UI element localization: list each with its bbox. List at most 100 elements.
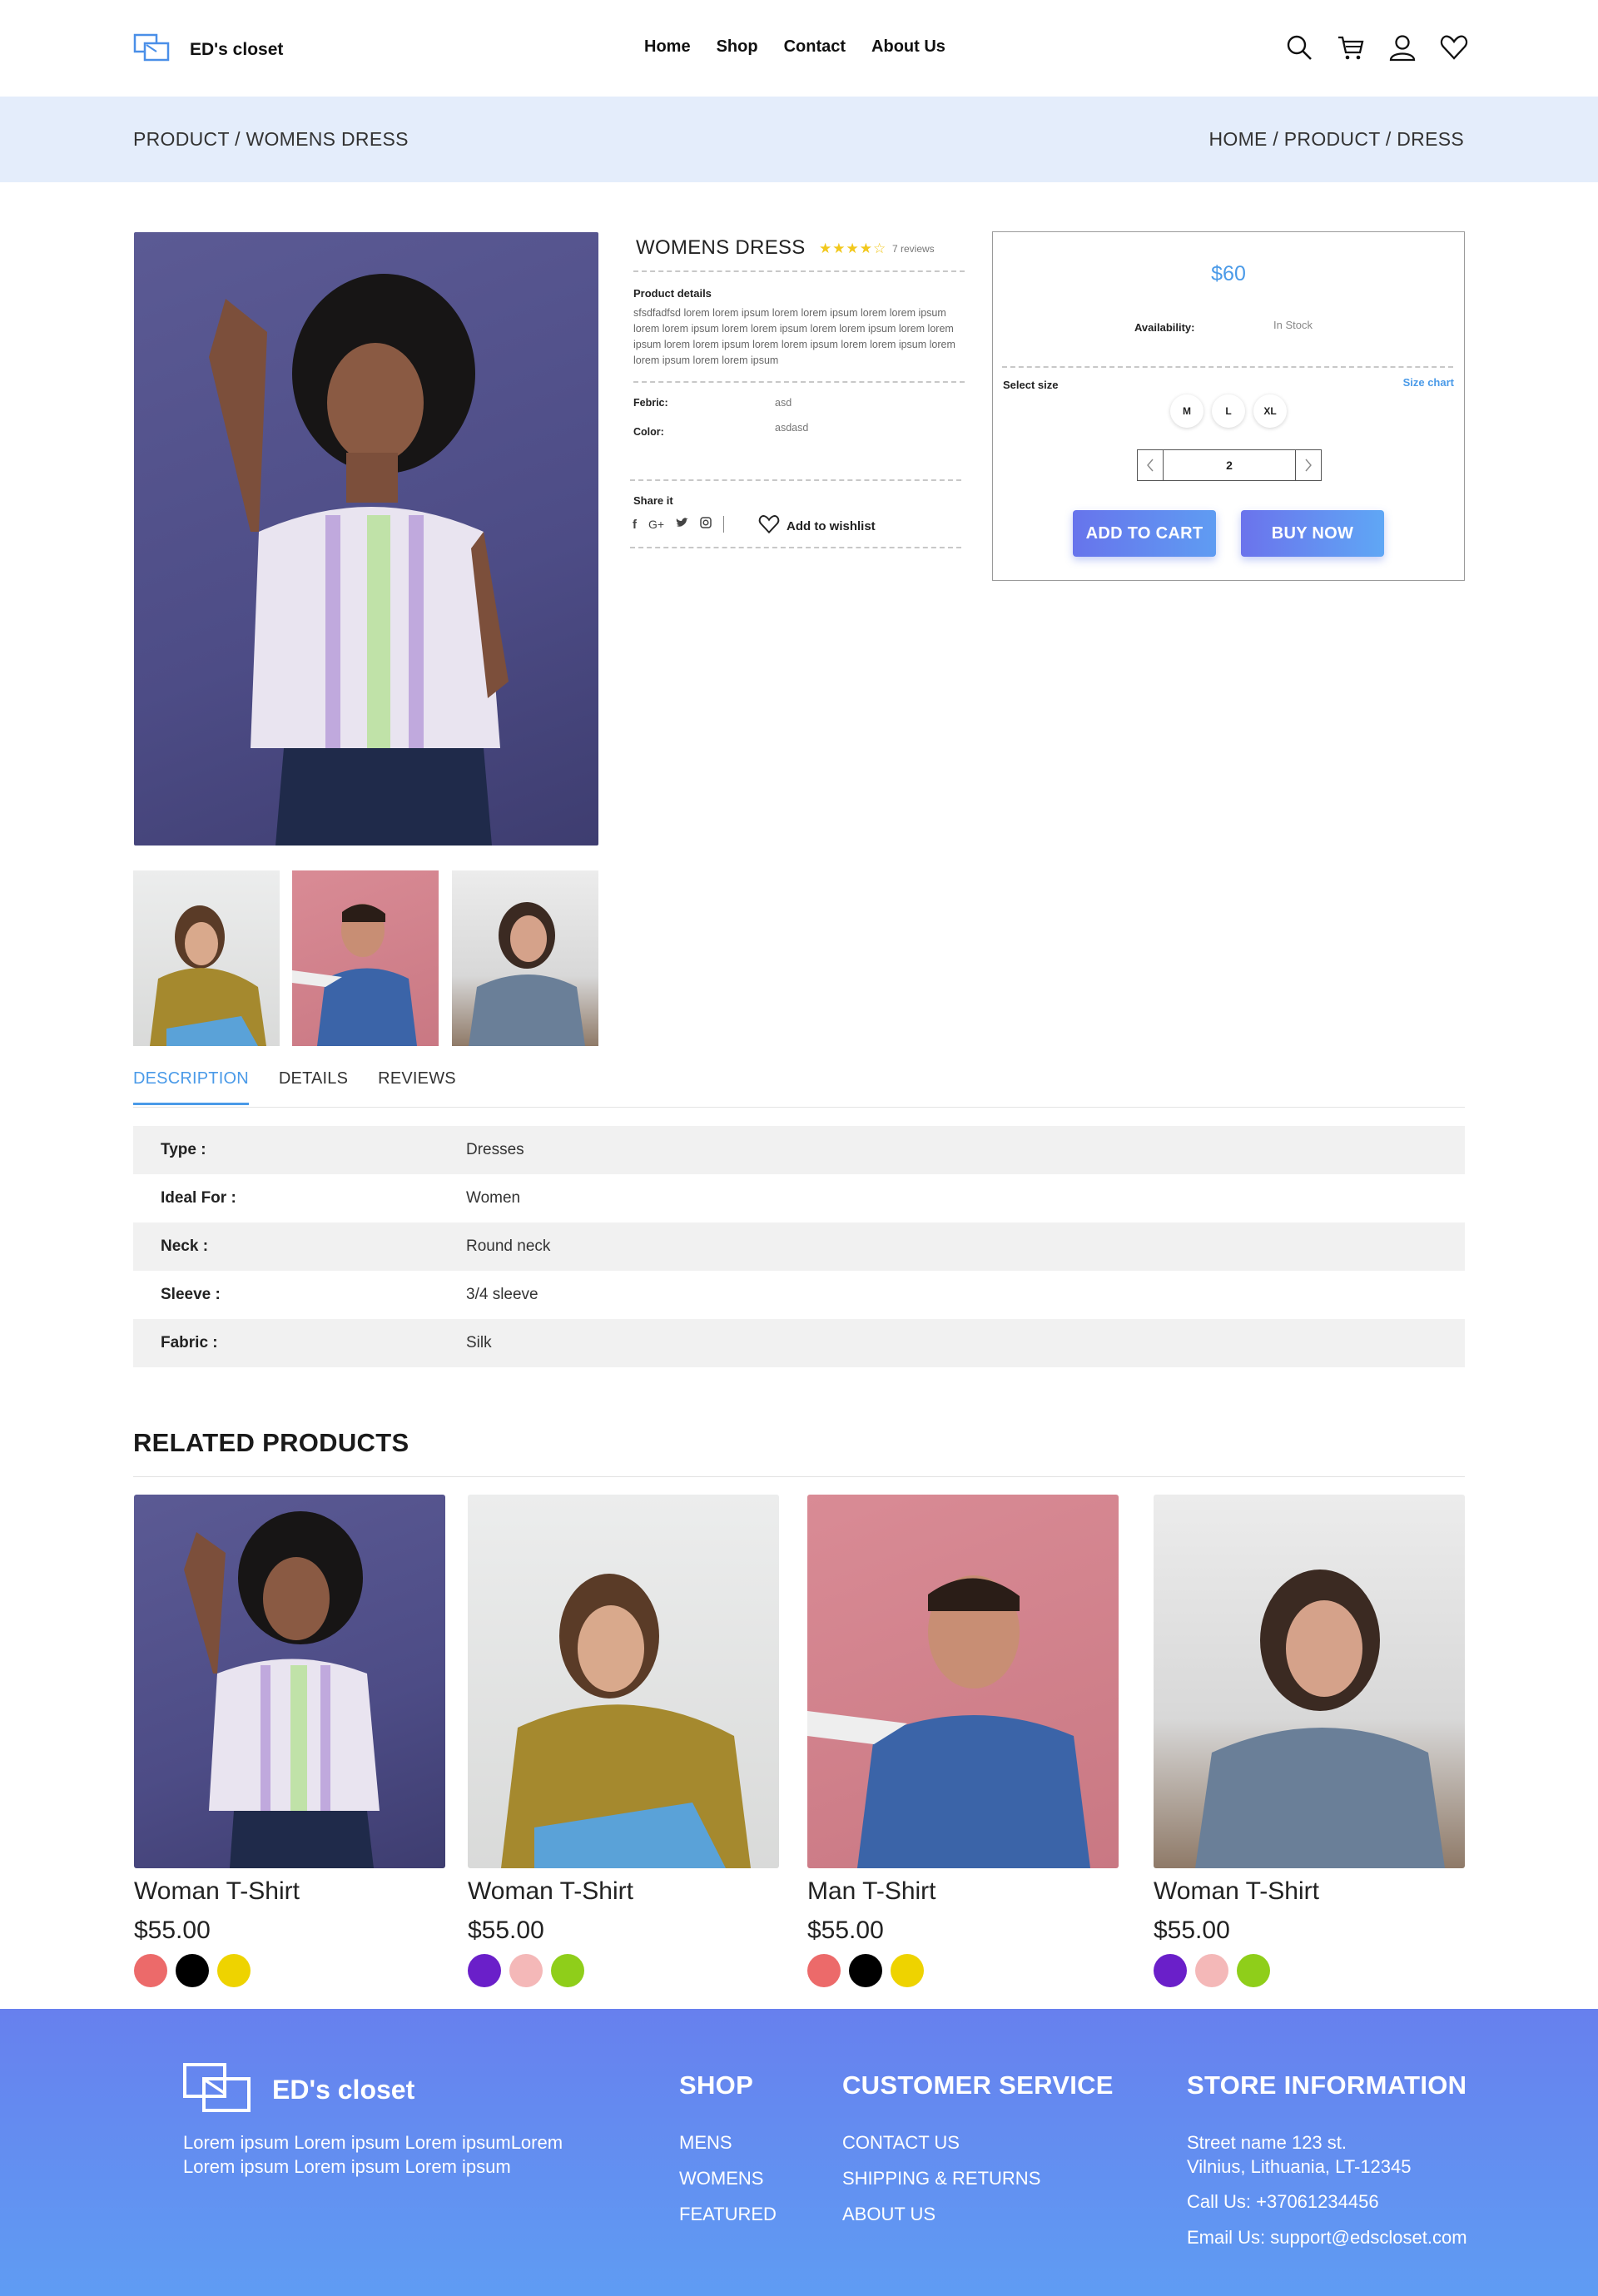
divider xyxy=(630,479,961,481)
product-thumbnail[interactable] xyxy=(452,870,598,1046)
spec-label: Ideal For : xyxy=(161,1189,236,1207)
facebook-icon[interactable]: f xyxy=(633,518,637,532)
product-card-name[interactable]: Woman T-Shirt xyxy=(1154,1877,1465,1906)
color-swatches xyxy=(1154,1954,1465,1987)
store-phone[interactable]: Call Us: +37061234456 xyxy=(1187,2191,1379,2213)
color-swatch[interactable] xyxy=(468,1954,501,1987)
size-option-xl[interactable]: XL xyxy=(1253,394,1287,428)
spec-value: Silk xyxy=(466,1334,492,1351)
product-card-image[interactable] xyxy=(1154,1495,1465,1868)
breadcrumb-bar: PRODUCT / WOMENS DRESS HOME / PRODUCT / … xyxy=(0,97,1598,182)
divider xyxy=(1002,366,1453,368)
product-details-heading: Product details xyxy=(633,287,712,300)
divider xyxy=(633,270,965,272)
footer-link-about-us[interactable]: ABOUT US xyxy=(842,2204,935,2225)
tab-reviews[interactable]: REVIEWS xyxy=(378,1069,456,1105)
instagram-icon[interactable] xyxy=(700,517,712,532)
quantity-value[interactable]: 2 xyxy=(1163,450,1296,480)
quantity-stepper: 2 xyxy=(1137,449,1322,481)
footer-service-heading: CUSTOMER SERVICE xyxy=(842,2070,1114,2100)
footer-link-womens[interactable]: WOMENS xyxy=(679,2168,763,2189)
color-swatches xyxy=(468,1954,779,1987)
tab-details[interactable]: DETAILS xyxy=(279,1069,348,1105)
heart-icon[interactable] xyxy=(1440,33,1468,62)
color-swatch[interactable] xyxy=(509,1954,543,1987)
product-main-image[interactable] xyxy=(134,232,598,846)
color-swatch[interactable] xyxy=(551,1954,584,1987)
table-row: Type : Dresses xyxy=(133,1126,1465,1174)
color-label: Color: xyxy=(633,426,664,438)
product-card-image[interactable] xyxy=(807,1495,1119,1868)
product-card-name[interactable]: Woman T-Shirt xyxy=(134,1877,445,1906)
color-swatch[interactable] xyxy=(849,1954,882,1987)
footer-about: Lorem ipsum Lorem ipsum Lorem ipsumLorem… xyxy=(183,2132,563,2177)
divider xyxy=(630,547,961,548)
brand-logo[interactable]: ED's closet xyxy=(133,33,283,66)
spec-label: Sleeve : xyxy=(161,1286,221,1303)
buy-now-button[interactable]: BUY NOW xyxy=(1241,510,1384,557)
product-thumbnail[interactable] xyxy=(292,870,439,1046)
footer-link-featured[interactable]: FEATURED xyxy=(679,2204,777,2225)
tab-description[interactable]: DESCRIPTION xyxy=(133,1069,249,1105)
product-card-price: $55.00 xyxy=(134,1917,211,1944)
table-row: Ideal For : Women xyxy=(133,1174,1465,1222)
footer-link-contact-us[interactable]: CONTACT US xyxy=(842,2132,960,2154)
nav-contact[interactable]: Contact xyxy=(784,37,846,57)
color-swatch[interactable] xyxy=(1154,1954,1187,1987)
footer-link-mens[interactable]: MENS xyxy=(679,2132,732,2154)
footer-store-heading: STORE INFORMATION xyxy=(1187,2070,1467,2100)
footer-brand-name: ED's closet xyxy=(272,2075,415,2105)
product-card[interactable]: Woman T-Shirt $55.00 xyxy=(1154,1495,1465,1987)
user-icon[interactable] xyxy=(1388,33,1417,62)
product-thumbnail[interactable] xyxy=(133,870,280,1046)
size-option-l[interactable]: L xyxy=(1212,394,1245,428)
color-swatch[interactable] xyxy=(134,1954,167,1987)
product-card-image[interactable] xyxy=(134,1495,445,1868)
cart-icon[interactable] xyxy=(1337,33,1365,62)
footer-shop-heading: SHOP xyxy=(679,2070,754,2100)
fabric-label: Febric: xyxy=(633,397,668,409)
product-card[interactable]: Man T-Shirt $55.00 xyxy=(807,1495,1119,1987)
footer-link-shipping-returns[interactable]: SHIPPING & RETURNS xyxy=(842,2168,1040,2189)
spec-label: Type : xyxy=(161,1141,206,1158)
product-card-image[interactable] xyxy=(468,1495,779,1868)
color-swatch[interactable] xyxy=(217,1954,251,1987)
product-card-name[interactable]: Woman T-Shirt xyxy=(468,1877,779,1906)
breadcrumb[interactable]: HOME / PRODUCT / DRESS xyxy=(1209,128,1465,151)
footer-brand[interactable]: ED's closet xyxy=(182,2062,414,2118)
product-card[interactable]: Woman T-Shirt $55.00 xyxy=(134,1495,445,1987)
color-swatches xyxy=(134,1954,445,1987)
reviews-count[interactable]: 7 reviews xyxy=(892,243,935,255)
google-plus-icon[interactable]: G+ xyxy=(648,518,664,531)
add-to-cart-button[interactable]: ADD TO CART xyxy=(1073,510,1216,557)
nav-about-us[interactable]: About Us xyxy=(871,37,945,57)
size-chart-link[interactable]: Size chart xyxy=(1403,376,1454,389)
product-card-name[interactable]: Man T-Shirt xyxy=(807,1877,1119,1906)
color-swatch[interactable] xyxy=(1237,1954,1270,1987)
rating-stars[interactable]: ★★★★☆ xyxy=(819,241,886,257)
color-swatch[interactable] xyxy=(176,1954,209,1987)
color-swatch[interactable] xyxy=(807,1954,841,1987)
twitter-icon[interactable] xyxy=(676,517,689,532)
product-card[interactable]: Woman T-Shirt $55.00 xyxy=(468,1495,779,1987)
site-footer: ED's closet Lorem ipsum Lorem ipsum Lore… xyxy=(0,2009,1598,2296)
store-address-line1: Street name 123 st. xyxy=(1187,2132,1347,2153)
decrease-quantity-button[interactable] xyxy=(1138,450,1163,480)
availability-label: Availability: xyxy=(1134,321,1195,334)
color-swatch[interactable] xyxy=(891,1954,924,1987)
divider xyxy=(633,381,965,383)
store-address-line2: Vilnius, Lithuania, LT-12345 xyxy=(1187,2156,1412,2177)
availability-value: In Stock xyxy=(1273,319,1313,331)
add-to-wishlist-button[interactable]: Add to wishlist xyxy=(758,514,876,538)
tabs-divider xyxy=(133,1107,1465,1108)
store-email[interactable]: Email Us: support@edscloset.com xyxy=(1187,2227,1467,2249)
nav-home[interactable]: Home xyxy=(644,37,691,57)
color-swatch[interactable] xyxy=(1195,1954,1228,1987)
nav-shop[interactable]: Shop xyxy=(717,37,758,57)
search-icon[interactable] xyxy=(1285,33,1313,62)
spec-value: Women xyxy=(466,1189,521,1207)
share-label: Share it xyxy=(633,494,673,507)
increase-quantity-button[interactable] xyxy=(1296,450,1321,480)
logo-icon xyxy=(133,33,171,66)
size-option-m[interactable]: M xyxy=(1170,394,1203,428)
